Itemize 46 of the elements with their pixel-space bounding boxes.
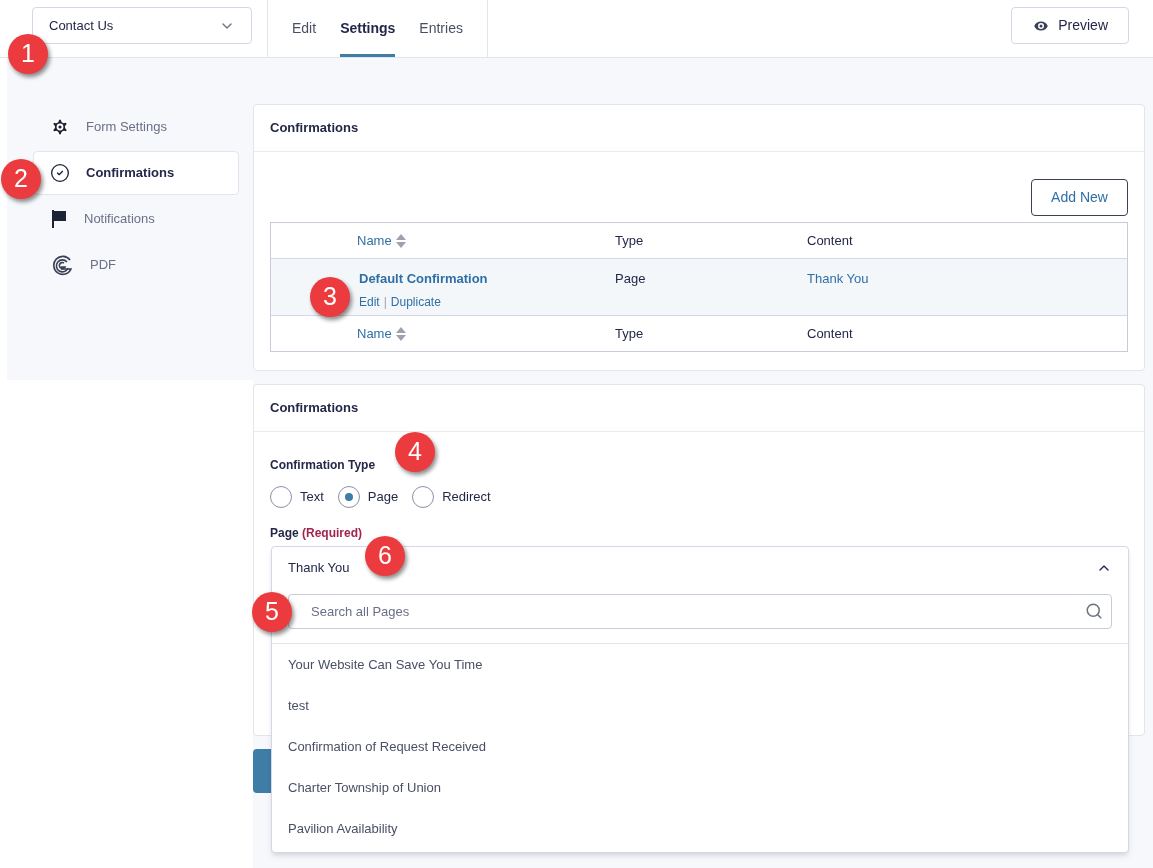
dropdown-option[interactable]: Confirmation of Request Received bbox=[272, 726, 1128, 767]
confirmation-name-link[interactable]: Default Confirmation bbox=[359, 269, 615, 289]
field-label: Confirmation Type bbox=[270, 458, 376, 472]
radio-button[interactable] bbox=[270, 486, 292, 508]
sidebar-item[interactable]: PDF bbox=[33, 243, 239, 287]
add-new-button[interactable]: Add New bbox=[1031, 179, 1128, 216]
column-header: Type bbox=[615, 324, 645, 343]
separator: | bbox=[383, 293, 387, 311]
radio-button[interactable] bbox=[412, 486, 435, 508]
dropdown-option[interactable]: Charter Township of Union bbox=[272, 767, 1128, 808]
row-action-link[interactable]: Edit bbox=[359, 292, 380, 311]
dropdown-option[interactable]: test bbox=[272, 685, 1128, 726]
flag-icon bbox=[50, 209, 68, 229]
check-circle-icon bbox=[50, 163, 70, 183]
sidebar-item[interactable]: Notifications bbox=[33, 197, 239, 241]
card-title: Confirmations bbox=[270, 399, 359, 418]
sort-icon bbox=[395, 326, 406, 341]
sort-name-link[interactable]: Name bbox=[357, 323, 615, 344]
row-action-link[interactable]: Duplicate bbox=[390, 292, 441, 311]
column-header: Content bbox=[807, 324, 853, 343]
content-link[interactable]: Thank You bbox=[807, 269, 869, 315]
field-label: Page (Required) bbox=[270, 526, 363, 540]
sidebar-item[interactable]: Form Settings bbox=[33, 105, 239, 149]
spiral-icon bbox=[50, 254, 74, 276]
table-cell-text: Page bbox=[615, 270, 647, 288]
form-selector[interactable]: Contact Us bbox=[32, 7, 252, 44]
selected-page: Thank You bbox=[288, 558, 350, 577]
sidebar-item[interactable]: Confirmations bbox=[33, 151, 239, 195]
search-icon bbox=[1085, 602, 1103, 620]
preview-button[interactable]: Preview bbox=[1011, 7, 1129, 44]
radio-option[interactable]: Redirect bbox=[412, 486, 491, 508]
tab[interactable]: Edit bbox=[292, 0, 317, 57]
column-header: Type bbox=[615, 231, 645, 250]
sort-name-link[interactable]: Name bbox=[357, 230, 615, 251]
gear-icon bbox=[50, 117, 70, 137]
radio-button[interactable] bbox=[337, 486, 360, 508]
search-field[interactable]: Search all Pages bbox=[288, 594, 1112, 629]
dropdown-option[interactable]: Your Website Can Save You Time bbox=[272, 644, 1128, 685]
radio-option[interactable]: Page bbox=[337, 486, 399, 508]
callout-badge: 2 bbox=[1, 159, 41, 199]
column-header: Content bbox=[807, 231, 853, 250]
sort-icon bbox=[395, 233, 406, 248]
radio-option[interactable]: Text bbox=[270, 486, 324, 508]
card-title: Confirmations bbox=[270, 119, 359, 138]
tab[interactable]: Entries bbox=[419, 0, 463, 57]
dropdown-option[interactable]: Pavilion Availability bbox=[272, 808, 1128, 849]
